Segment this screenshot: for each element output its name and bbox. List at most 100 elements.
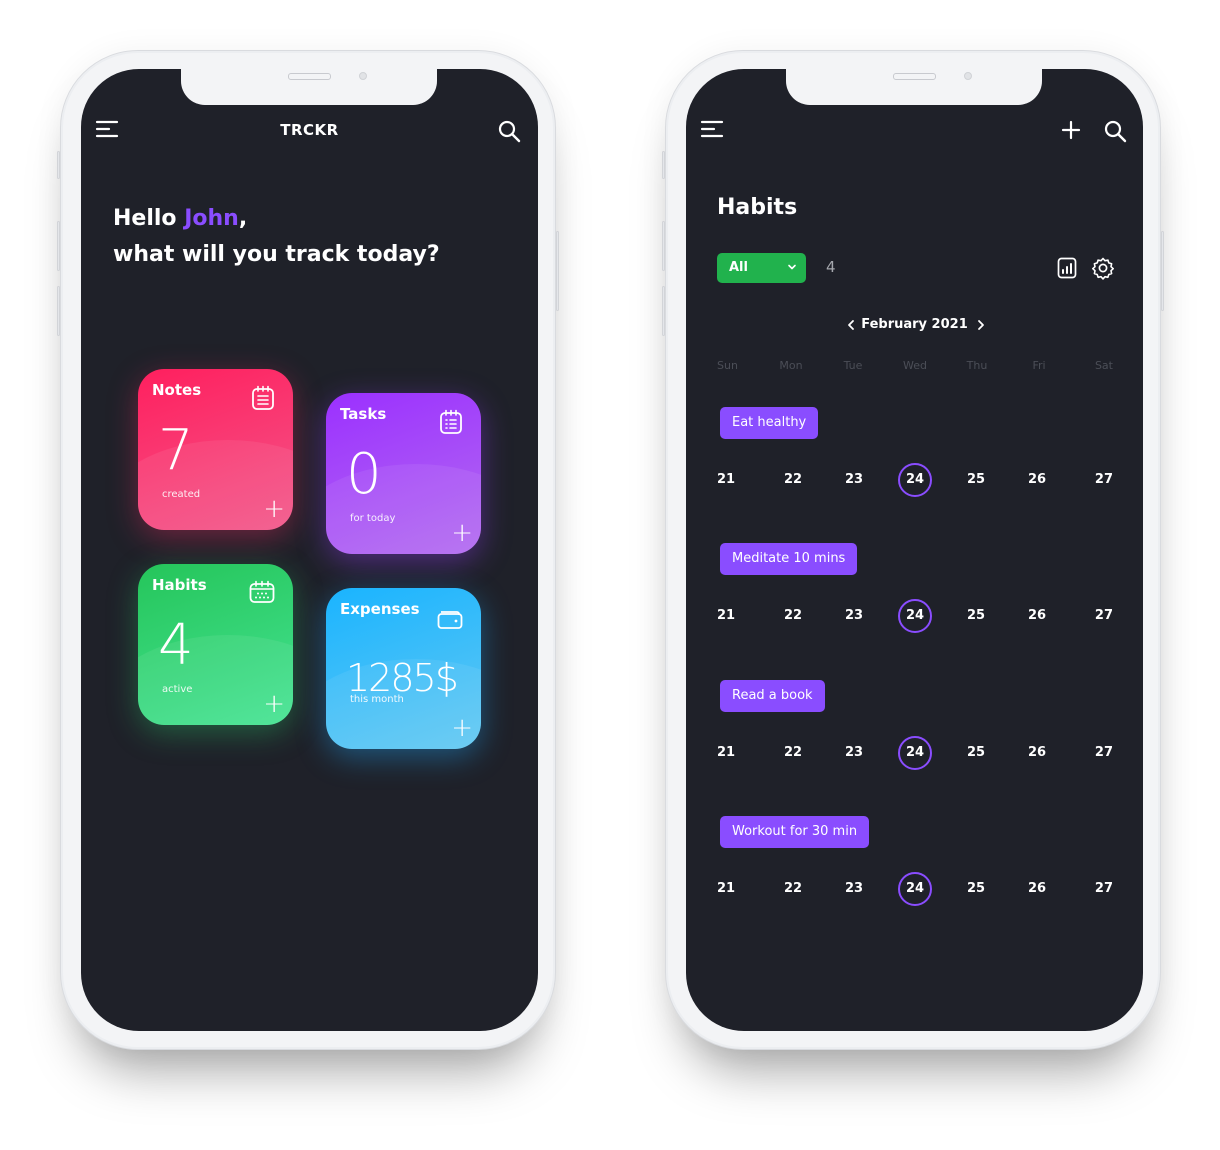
day-cell[interactable]: 27 <box>1083 463 1113 497</box>
volume-up-button <box>57 221 60 271</box>
card-subtitle: this month <box>350 694 404 705</box>
tasks-card[interactable]: Tasks 0 for today + <box>326 393 481 554</box>
silent-switch <box>57 151 60 179</box>
menu-icon[interactable] <box>700 119 724 139</box>
day-cell[interactable]: 23 <box>839 463 869 497</box>
day-cell[interactable]: 21 <box>717 872 747 906</box>
habit-week-days: 21 22 23 24 25 26 27 <box>717 599 1113 633</box>
day-cell[interactable]: 23 <box>839 872 869 906</box>
checklist-icon <box>439 409 463 439</box>
day-cell-today[interactable]: 24 <box>898 872 932 906</box>
notch <box>181 69 437 105</box>
greeting: Hello John, what will you track today? <box>113 201 440 273</box>
weekday-label: Sun <box>717 359 738 372</box>
habit-row: Eat healthy 21 22 23 24 25 26 27 <box>717 407 1113 507</box>
add-habit-button[interactable]: + <box>263 691 285 717</box>
day-cell-today[interactable]: 24 <box>898 736 932 770</box>
day-cell[interactable]: 23 <box>839 599 869 633</box>
day-cell[interactable]: 22 <box>778 599 808 633</box>
volume-down-button <box>57 286 60 336</box>
habit-week-days: 21 22 23 24 25 26 27 <box>717 736 1113 770</box>
greeting-hello: Hello <box>113 206 185 231</box>
page-title: Habits <box>717 195 798 220</box>
card-title: Notes <box>152 381 202 399</box>
power-button <box>556 231 559 311</box>
card-title: Tasks <box>340 405 387 423</box>
expenses-card[interactable]: Expenses 1285$ this month + <box>326 588 481 749</box>
habit-week-days: 21 22 23 24 25 26 27 <box>717 463 1113 497</box>
weekday-label: Thu <box>966 359 988 372</box>
day-cell[interactable]: 22 <box>778 736 808 770</box>
plus-icon[interactable] <box>1060 119 1082 141</box>
greeting-comma: , <box>238 206 248 231</box>
weekday-label: Tue <box>843 359 863 372</box>
filter-dropdown[interactable]: All <box>717 253 806 283</box>
day-cell[interactable]: 22 <box>778 872 808 906</box>
habit-row: Read a book 21 22 23 24 25 26 27 <box>717 680 1113 780</box>
habit-tag[interactable]: Read a book <box>720 680 825 712</box>
gear-icon[interactable] <box>1091 256 1115 280</box>
current-month: February 2021 <box>861 317 968 332</box>
next-month-button[interactable] <box>976 319 986 335</box>
stats-icon[interactable] <box>1057 257 1077 279</box>
day-cell[interactable]: 25 <box>961 736 991 770</box>
habit-tag[interactable]: Eat healthy <box>720 407 819 439</box>
weekday-label: Sat <box>1094 359 1113 372</box>
day-cell-today[interactable]: 24 <box>898 599 932 633</box>
user-name: John <box>184 206 239 231</box>
day-cell-today[interactable]: 24 <box>898 463 932 497</box>
day-cell[interactable]: 25 <box>961 463 991 497</box>
card-subtitle: for today <box>350 513 396 524</box>
weekday-label: Fri <box>1032 359 1046 372</box>
power-button <box>1161 231 1164 311</box>
day-cell[interactable]: 27 <box>1083 736 1113 770</box>
day-cell[interactable]: 21 <box>717 736 747 770</box>
habits-card[interactable]: Habits 4 active + <box>138 564 293 725</box>
add-expense-button[interactable]: + <box>451 715 473 741</box>
card-value: 1285$ <box>346 656 459 700</box>
card-value: 7 <box>158 418 194 483</box>
day-cell[interactable]: 25 <box>961 872 991 906</box>
chevron-down-icon <box>786 261 798 277</box>
day-cell[interactable]: 23 <box>839 736 869 770</box>
day-cell[interactable]: 25 <box>961 599 991 633</box>
habits-screen: Habits All 4 February 2021 Sun Mon Tue W… <box>686 69 1143 1031</box>
filter-selected: All <box>729 260 748 275</box>
month-navigator: February 2021 <box>686 317 1143 332</box>
habit-week-days: 21 22 23 24 25 26 27 <box>717 872 1113 906</box>
add-note-button[interactable]: + <box>263 496 285 522</box>
search-icon[interactable] <box>1103 119 1127 143</box>
day-cell[interactable]: 26 <box>1022 736 1052 770</box>
card-title: Habits <box>152 576 207 594</box>
day-cell[interactable]: 22 <box>778 463 808 497</box>
volume-up-button <box>662 221 665 271</box>
card-value: 4 <box>158 613 194 678</box>
day-cell[interactable]: 21 <box>717 463 747 497</box>
card-subtitle: active <box>162 684 193 695</box>
day-cell[interactable]: 26 <box>1022 599 1052 633</box>
weekday-header: Sun Mon Tue Wed Thu Fri Sat <box>717 359 1113 372</box>
card-subtitle: created <box>162 489 201 500</box>
day-cell[interactable]: 26 <box>1022 872 1052 906</box>
habit-tag[interactable]: Workout for 30 min <box>720 816 870 848</box>
silent-switch <box>662 151 665 179</box>
habit-count: 4 <box>826 258 836 276</box>
day-cell[interactable]: 27 <box>1083 872 1113 906</box>
day-cell[interactable]: 27 <box>1083 599 1113 633</box>
home-screen: TRCKR Hello John, what will you track to… <box>81 69 538 1031</box>
habit-tag[interactable]: Meditate 10 mins <box>720 543 858 575</box>
weekday-label: Wed <box>903 359 927 372</box>
notch <box>786 69 1042 105</box>
card-title: Expenses <box>340 600 420 618</box>
notes-card[interactable]: Notes 7 created + <box>138 369 293 530</box>
habit-row: Meditate 10 mins 21 22 23 24 25 26 27 <box>717 543 1113 643</box>
day-cell[interactable]: 26 <box>1022 463 1052 497</box>
day-cell[interactable]: 21 <box>717 599 747 633</box>
volume-down-button <box>662 286 665 336</box>
greeting-question: what will you track today? <box>113 242 440 267</box>
add-task-button[interactable]: + <box>451 520 473 546</box>
calendar-icon <box>249 580 275 608</box>
search-icon[interactable] <box>497 119 521 143</box>
phone-frame-habits: Habits All 4 February 2021 Sun Mon Tue W… <box>662 50 1164 1050</box>
prev-month-button[interactable] <box>846 319 856 335</box>
